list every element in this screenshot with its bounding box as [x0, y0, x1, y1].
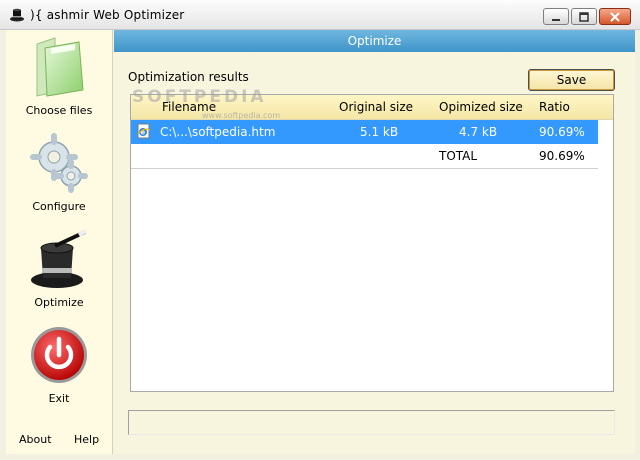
sidebar: Choose files Configure Optimize Exit Abo… [6, 30, 113, 454]
sidebar-item-label: Exit [48, 392, 70, 405]
maximize-button[interactable] [571, 8, 597, 25]
folder-icon [36, 37, 84, 97]
cell-ratio: 90.69% [539, 125, 585, 139]
cell-original-size: 5.1 kB [360, 125, 399, 139]
window-title: ){ ashmir Web Optimizer [30, 8, 185, 22]
column-header-ratio[interactable]: Ratio [539, 100, 570, 114]
total-label: TOTAL [439, 149, 478, 163]
about-link[interactable]: About [19, 433, 52, 446]
table-header: Filename Original size Opimized size Rat… [131, 95, 613, 120]
sidebar-item-label: Choose files [25, 104, 93, 117]
title-bar: ){ ashmir Web Optimizer [0, 0, 640, 30]
minimize-button[interactable] [543, 8, 569, 25]
gears-icon [30, 133, 88, 193]
column-header-original-size[interactable]: Original size [339, 100, 413, 114]
sidebar-item-label: Configure [32, 200, 86, 213]
page-title: Optimize [114, 30, 635, 52]
main-panel: Optimize Optimization results Save Filen… [114, 30, 635, 454]
results-label: Optimization results [128, 70, 249, 84]
save-button[interactable]: Save [528, 69, 615, 91]
close-button[interactable] [599, 8, 631, 25]
results-table: Filename Original size Opimized size Rat… [130, 94, 614, 392]
html-file-icon: e [137, 123, 151, 139]
help-link[interactable]: Help [74, 433, 99, 446]
sidebar-item-choose-files[interactable]: Choose files [6, 30, 112, 126]
table-row[interactable]: e C:\...\softpedia.htm 5.1 kB 4.7 kB 90.… [131, 120, 598, 144]
maximize-icon [579, 11, 589, 22]
column-header-filename[interactable]: Filename [162, 100, 216, 114]
column-header-optimized-size[interactable]: Opimized size [439, 100, 523, 114]
sidebar-item-optimize[interactable]: Optimize [6, 222, 112, 318]
status-bar [128, 410, 615, 435]
minimize-icon [552, 18, 560, 21]
magic-hat-icon [31, 229, 87, 288]
total-ratio: 90.69% [539, 149, 585, 163]
sidebar-item-label: Optimize [34, 296, 84, 309]
total-row: TOTAL 90.69% [131, 144, 598, 169]
close-icon [610, 11, 620, 22]
power-icon [31, 327, 87, 383]
cell-optimized-size: 4.7 kB [459, 125, 498, 139]
sidebar-item-exit[interactable]: Exit [6, 318, 112, 414]
cell-filename: C:\...\softpedia.htm [160, 125, 276, 139]
app-hat-icon [10, 8, 24, 22]
sidebar-item-configure[interactable]: Configure [6, 126, 112, 222]
